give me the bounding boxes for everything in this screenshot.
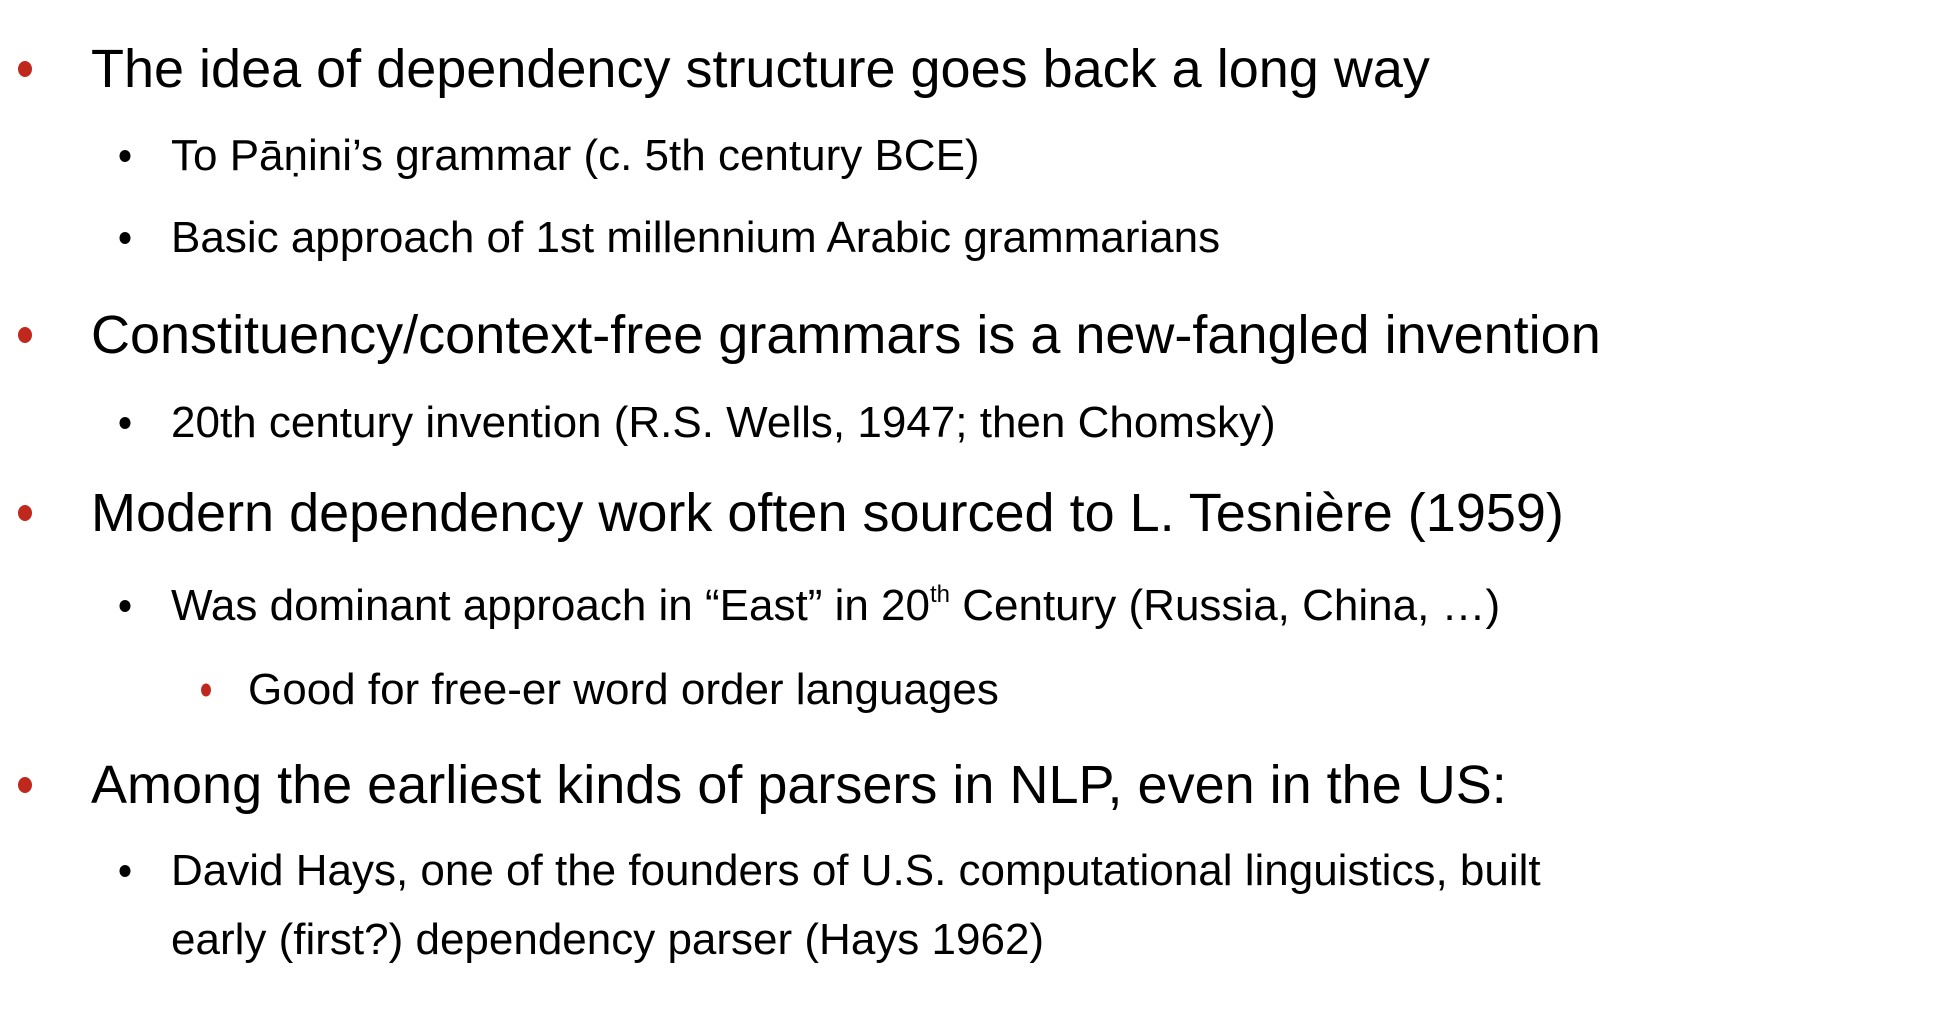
bullet-red-icon: [18, 505, 32, 521]
bullet-level1: The idea of dependency structure goes ba…: [91, 39, 1430, 99]
bullet-level2: David Hays, one of the founders of U.S. …: [171, 846, 1541, 895]
bullet-level2: Basic approach of 1st millennium Arabic …: [171, 213, 1221, 262]
bullet-level2: Was dominant approach in “East” in 20th …: [171, 581, 1500, 631]
bullet-black-icon: [119, 417, 131, 429]
bullet-red-icon: [18, 327, 32, 343]
bullet-red-icon: [201, 683, 211, 697]
text: Was dominant approach in “East” in 20: [171, 581, 930, 630]
bullet-red-icon: [18, 777, 32, 793]
bullet-red-icon: [18, 61, 32, 77]
bullet-level1: Constituency/context-free grammars is a …: [91, 305, 1601, 365]
bullet-level1: Modern dependency work often sourced to …: [91, 483, 1564, 543]
bullet-level2-continuation: early (first?) dependency parser (Hays 1…: [171, 915, 1045, 964]
bullet-level3: Good for free-er word order languages: [248, 665, 999, 714]
bullet-level2: To Pāṇini’s grammar (c. 5th century BCE): [171, 131, 980, 180]
bullet-black-icon: [119, 600, 131, 612]
bullet-black-icon: [119, 232, 131, 244]
bullet-level2: 20th century invention (R.S. Wells, 1947…: [171, 398, 1276, 447]
superscript: th: [929, 581, 950, 608]
bullet-level1: Among the earliest kinds of parsers in N…: [91, 755, 1507, 815]
bullet-black-icon: [119, 865, 131, 877]
bullet-black-icon: [119, 150, 131, 162]
text: Century (Russia, China, …): [950, 581, 1501, 630]
